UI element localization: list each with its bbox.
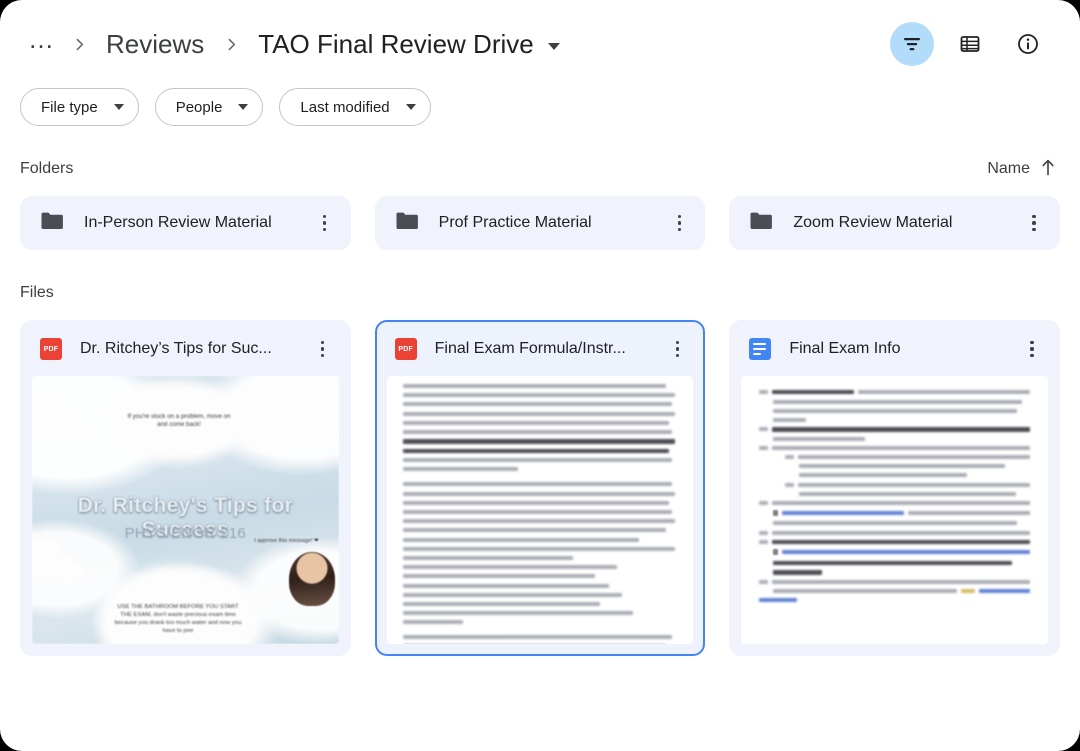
filter-chip-people[interactable]: People [154, 88, 264, 126]
pdf-icon: PDF [394, 338, 417, 360]
file-card-header: PDF Final Exam Formula/Instr... [377, 322, 704, 376]
folder-name: Zoom Review Material [793, 214, 953, 231]
chevron-down-icon[interactable] [547, 42, 560, 50]
file-thumbnail[interactable] [386, 376, 694, 644]
file-card[interactable]: PDF Dr. Ritchey’s Tips for Suc... If you… [20, 320, 351, 656]
filter-chip-last-modified[interactable]: Last modified [279, 88, 431, 126]
folder-more-options-button[interactable] [311, 208, 339, 238]
folder-name: Prof Practice Material [438, 214, 592, 231]
folders-grid: In-Person Review Material Prof Practice … [0, 196, 1080, 250]
drive-file-browser: … Reviews TAO Final Review Drive File ty… [0, 0, 1080, 751]
folder-card[interactable]: In-Person Review Material [20, 196, 351, 250]
folder-more-options-button[interactable] [665, 208, 693, 238]
info-icon[interactable] [1006, 22, 1050, 66]
files-section-header: Files [0, 278, 1080, 308]
folder-icon [40, 211, 64, 236]
header-actions [890, 22, 1058, 66]
breadcrumb-item-reviews[interactable]: Reviews [94, 29, 216, 60]
file-card-header: Final Exam Info [731, 322, 1058, 376]
filter-chip-people-label: People [175, 98, 223, 116]
chevron-down-icon-people [238, 104, 249, 110]
file-thumbnail[interactable]: If you're stuck on a problem, move on an… [32, 376, 339, 644]
file-more-options-button[interactable] [663, 334, 691, 364]
folder-more-options-button[interactable] [1020, 208, 1048, 238]
tip-bubble-2-text: USE THE BATHROOM BEFORE YOU START THE EX… [114, 604, 242, 634]
file-more-options-button[interactable] [309, 334, 337, 364]
list-view-icon[interactable] [948, 22, 992, 66]
filter-chip-file-type[interactable]: File type [20, 88, 139, 126]
folder-card[interactable]: Prof Practice Material [374, 196, 706, 250]
breadcrumb-overflow-button[interactable]: … [22, 26, 64, 54]
folder-card[interactable]: Zoom Review Material [729, 196, 1060, 250]
tip-bubble-text: If you're stuck on a problem, move on an… [127, 412, 231, 428]
chevron-down-icon-last-modified [405, 104, 416, 110]
sort-ascending-arrow-icon [1040, 158, 1056, 181]
file-card[interactable]: Final Exam Info [729, 320, 1060, 656]
filter-chip-bar: File type People Last modified [0, 66, 1080, 126]
filter-icon[interactable] [890, 22, 934, 66]
folders-section-header: Folders Name [0, 154, 1080, 184]
sort-control-label: Name [987, 160, 1030, 177]
app-header: … Reviews TAO Final Review Drive [0, 0, 1080, 66]
pdf-icon: PDF [40, 338, 62, 360]
breadcrumb: … Reviews TAO Final Review Drive [22, 26, 890, 60]
file-name: Final Exam Formula/Instr... [434, 340, 626, 357]
file-more-options-button[interactable] [1018, 334, 1046, 364]
breadcrumb-item-current[interactable]: TAO Final Review Drive [246, 29, 535, 60]
approve-note: I approve this message! ❤ [254, 537, 319, 544]
files-section-title: Files [20, 284, 54, 301]
files-grid: PDF Dr. Ritchey’s Tips for Suc... If you… [0, 320, 1080, 656]
file-name: Final Exam Info [789, 340, 901, 357]
document-preview [386, 376, 694, 644]
filter-chip-last-modified-label: Last modified [300, 98, 390, 116]
chevron-right-icon [66, 31, 92, 57]
chevron-down-icon-file-type [113, 104, 124, 110]
sort-control[interactable]: Name [987, 158, 1056, 181]
tip-bubble: If you're stuck on a problem, move on an… [118, 388, 240, 454]
folders-section-title: Folders [20, 160, 74, 177]
file-card-header: PDF Dr. Ritchey’s Tips for Suc... [22, 322, 349, 376]
folder-name: In-Person Review Material [84, 214, 272, 231]
document-preview [741, 376, 1048, 644]
file-card-selected[interactable]: PDF Final Exam Formula/Instr... [374, 320, 706, 656]
folder-icon [749, 211, 773, 236]
file-name: Dr. Ritchey’s Tips for Suc... [80, 340, 272, 357]
chevron-right-icon-2 [218, 31, 244, 57]
filter-chip-file-type-label: File type [41, 98, 98, 116]
google-docs-icon [749, 338, 772, 360]
avatar [288, 552, 335, 606]
file-thumbnail[interactable] [741, 376, 1048, 644]
folder-icon [395, 211, 419, 236]
